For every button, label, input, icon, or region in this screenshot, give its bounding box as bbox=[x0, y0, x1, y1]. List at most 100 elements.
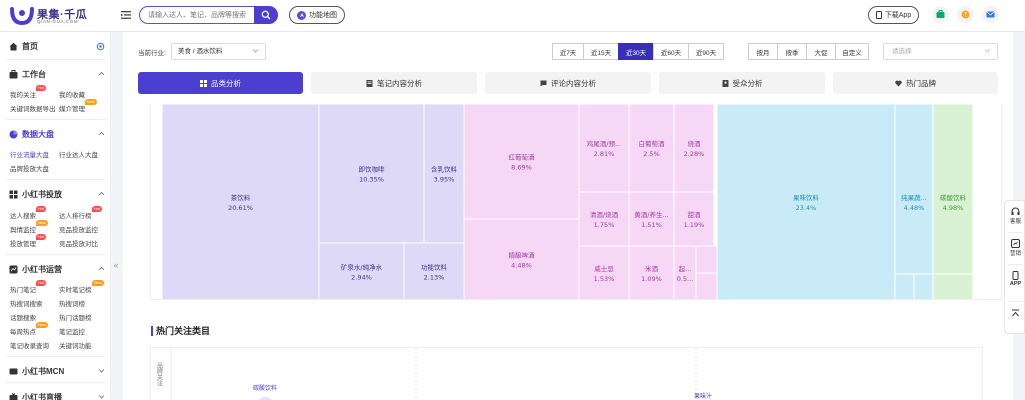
sidebar-item-home[interactable]: 首页 bbox=[9, 41, 38, 52]
chevron-up-icon[interactable] bbox=[98, 130, 105, 137]
chevron-down-icon[interactable] bbox=[98, 393, 105, 400]
chevron-up-icon[interactable] bbox=[98, 190, 105, 197]
sidebar-item-competitor-monitor[interactable]: 竞品投放监控 bbox=[59, 224, 98, 234]
sidebar-item-hot-notes[interactable]: 热门笔记 bbox=[10, 284, 36, 294]
customer-service-button[interactable]: 客服 bbox=[1005, 207, 1025, 225]
treemap-cell[interactable] bbox=[673, 104, 715, 193]
treemap-cell[interactable] bbox=[628, 191, 675, 247]
treemap-cell-value: 2.13% bbox=[424, 274, 445, 282]
treemap-cell[interactable] bbox=[578, 104, 630, 193]
chevron-up-icon[interactable] bbox=[98, 265, 105, 272]
sidebar-item-competitor-compare[interactable]: 竞品投放对比 bbox=[59, 238, 98, 248]
sidebar-section-xhs-operation[interactable]: 小红书运营 bbox=[9, 264, 62, 275]
app-download-button[interactable]: APP bbox=[1005, 271, 1025, 287]
message-button[interactable] bbox=[982, 6, 999, 23]
treemap-cell[interactable] bbox=[161, 104, 320, 300]
treemap-cell[interactable] bbox=[716, 104, 896, 300]
tab-audience-analysis[interactable]: 受众分析 bbox=[659, 72, 825, 94]
range-30d-button[interactable]: 近30天 bbox=[618, 43, 654, 60]
custom-period-select[interactable]: 请选择 bbox=[883, 43, 998, 60]
sidebar-item-brand-placement[interactable]: 品牌投放大盘 bbox=[10, 163, 49, 173]
range-90d-button[interactable]: 近90天 bbox=[688, 43, 724, 60]
industry-value: 美食 / 酒水饮料 bbox=[178, 48, 223, 55]
treemap-cell[interactable] bbox=[932, 273, 974, 300]
feature-map-button[interactable]: 功能地图 bbox=[289, 6, 345, 24]
settings-icon[interactable] bbox=[96, 42, 105, 51]
sidebar-item-industry-traffic[interactable]: 行业流量大盘 bbox=[10, 149, 49, 159]
treemap-cell[interactable] bbox=[423, 104, 465, 244]
sidebar-item-topic-search[interactable]: 话题搜索 bbox=[10, 312, 36, 322]
sidebar-item-hot-topic-rank[interactable]: 热门话题榜 bbox=[59, 312, 92, 322]
range-60d-button[interactable]: 近60天 bbox=[653, 43, 689, 60]
treemap-cell[interactable] bbox=[463, 104, 580, 220]
treemap-cell[interactable] bbox=[695, 272, 718, 300]
sidebar-item-media-manage[interactable]: 媒介管理 bbox=[59, 103, 85, 113]
chevron-down-icon[interactable] bbox=[98, 367, 105, 374]
treemap-cell[interactable] bbox=[932, 104, 974, 300]
sidebar-section-workbench[interactable]: 工作台 bbox=[9, 69, 46, 80]
tab-comment-analysis[interactable]: 评论内容分析 bbox=[485, 72, 651, 94]
sidebar-item-my-favorites[interactable]: 我的收藏 bbox=[59, 89, 85, 99]
sidebar-item-realtime-notes[interactable]: 实时笔记榜 bbox=[59, 284, 92, 294]
treemap-cell[interactable] bbox=[695, 245, 718, 274]
sidebar-section-data-dashboard[interactable]: 数据大盘 bbox=[9, 129, 54, 140]
sidebar-item-note-index[interactable]: 笔记收录查询 bbox=[10, 340, 49, 350]
search-input[interactable] bbox=[139, 6, 257, 24]
sidebar-item-hot-search-rank[interactable]: 热搜词榜 bbox=[59, 298, 85, 308]
sidebar-item-weekly-hot[interactable]: 每周热点 bbox=[10, 326, 36, 336]
marketing-button[interactable]: 营销 bbox=[1005, 239, 1025, 257]
treemap-cell[interactable] bbox=[318, 104, 425, 244]
sidebar-item-industry-kol[interactable]: 行业达人大盘 bbox=[59, 149, 98, 159]
period-promo-button[interactable]: 大促 bbox=[806, 43, 836, 60]
tab-note-analysis[interactable]: 笔记内容分析 bbox=[311, 72, 477, 94]
download-app-button[interactable]: 下载App bbox=[868, 6, 919, 24]
help-button[interactable]: ? bbox=[957, 6, 974, 23]
search-button[interactable] bbox=[254, 6, 278, 24]
sidebar-item-kol-search[interactable]: 达人搜索 bbox=[10, 210, 36, 220]
treemap-cell[interactable] bbox=[673, 245, 697, 300]
sidebar-section-xhs-placement[interactable]: 小红书投放 bbox=[9, 189, 62, 200]
sidebar-item-note-monitor[interactable]: 笔记监控 bbox=[59, 326, 85, 336]
workbench-icon bbox=[9, 70, 18, 79]
menu-fold-icon[interactable] bbox=[120, 9, 132, 21]
treemap-cell[interactable] bbox=[894, 104, 934, 300]
treemap-cell-label: 果味饮料 bbox=[793, 193, 820, 202]
treemap-cell-value: 1.09% bbox=[641, 275, 662, 283]
sidebar-item-keyword-export[interactable]: 关键词数据导出 bbox=[10, 103, 56, 113]
treemap-cell[interactable] bbox=[628, 245, 675, 300]
tab-category-analysis[interactable]: 品类分析 bbox=[138, 72, 303, 94]
tab-hot-brands[interactable]: 热门品牌 bbox=[833, 72, 998, 94]
period-custom-button[interactable]: 自定义 bbox=[835, 43, 869, 60]
period-month-button[interactable]: 按月 bbox=[748, 43, 778, 60]
industry-select[interactable]: 美食 / 酒水饮料 bbox=[171, 43, 266, 60]
sidebar-collapse-button[interactable]: « bbox=[110, 258, 122, 272]
treemap-cell[interactable] bbox=[913, 273, 934, 300]
treemap-cell-label: 米酒 bbox=[645, 264, 659, 273]
treemap-cell[interactable] bbox=[578, 245, 630, 300]
sidebar-section-xhs-mcn[interactable]: 小红书MCN bbox=[9, 366, 64, 377]
sidebar-item-keyword-feature[interactable]: 关键词功能 bbox=[59, 340, 92, 350]
treemap-cell[interactable] bbox=[628, 104, 675, 193]
sidebar-item-kol-ranking[interactable]: 达人排行榜 bbox=[59, 210, 92, 220]
float-divider bbox=[1008, 264, 1023, 265]
logo-icon[interactable] bbox=[10, 5, 34, 25]
briefcase-button[interactable] bbox=[932, 6, 949, 23]
treemap-cell[interactable] bbox=[673, 191, 715, 247]
chevron-up-icon[interactable] bbox=[98, 70, 105, 77]
heart-icon bbox=[895, 80, 902, 86]
range-7d-button[interactable]: 近7天 bbox=[552, 43, 584, 60]
period-quarter-button[interactable]: 按季 bbox=[777, 43, 807, 60]
treemap-cell[interactable] bbox=[578, 191, 630, 247]
treemap-cell[interactable] bbox=[894, 273, 915, 300]
treemap-cell[interactable] bbox=[463, 218, 580, 300]
range-15d-button[interactable]: 近15天 bbox=[583, 43, 619, 60]
treemap-cell[interactable] bbox=[403, 242, 465, 300]
sidebar-item-hot-search[interactable]: 热搜词搜索 bbox=[10, 298, 43, 308]
sidebar-item-placement-manage[interactable]: 投放管理 bbox=[10, 238, 36, 248]
treemap-cell-value: 20.61% bbox=[228, 204, 253, 212]
sidebar-item-my-follow[interactable]: 我的关注 bbox=[10, 89, 36, 99]
treemap-cell[interactable] bbox=[318, 242, 405, 300]
sidebar-section-xhs-live[interactable]: 小红书直播 bbox=[9, 392, 62, 400]
back-to-top-button[interactable] bbox=[1005, 309, 1025, 319]
sidebar-item-sentiment[interactable]: 舆情监控 bbox=[10, 224, 36, 234]
